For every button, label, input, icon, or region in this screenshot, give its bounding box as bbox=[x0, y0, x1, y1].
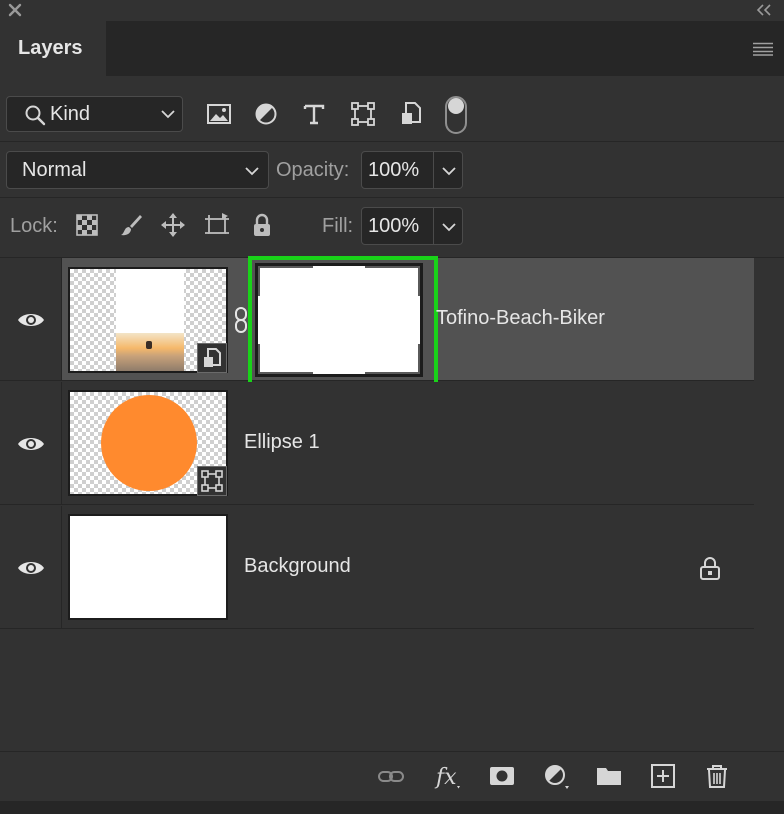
svg-text:fx: fx bbox=[434, 765, 457, 790]
field-separator bbox=[433, 151, 434, 189]
fill-label: Fill: bbox=[322, 215, 354, 237]
filter-kind-label: Kind bbox=[50, 103, 91, 125]
layer-thumbnail[interactable] bbox=[68, 514, 228, 620]
adjustment-layer-filter-icon[interactable] bbox=[252, 100, 280, 128]
smart-object-badge bbox=[197, 343, 227, 373]
smart-object-filter-icon[interactable] bbox=[397, 100, 425, 128]
eye-visibility-icon[interactable] bbox=[17, 559, 45, 577]
field-separator bbox=[433, 207, 434, 245]
fill-dropdown-chevron-icon[interactable] bbox=[441, 221, 457, 233]
visibility-column bbox=[0, 506, 62, 628]
add-mask-icon[interactable] bbox=[488, 762, 516, 790]
tab-layers-label: Layers bbox=[18, 37, 83, 59]
layer-name[interactable]: Ellipse 1 bbox=[244, 431, 320, 454]
trash-icon[interactable] bbox=[703, 762, 731, 790]
mask-link-chain-icon[interactable] bbox=[234, 306, 248, 334]
shape-layer-badge bbox=[197, 466, 227, 496]
type-layer-filter-icon[interactable] bbox=[300, 100, 328, 128]
lock-label: Lock: bbox=[10, 215, 58, 237]
fill-value: 100% bbox=[368, 215, 420, 237]
layer-row-ellipse-1[interactable]: Ellipse 1 bbox=[0, 382, 754, 505]
layers-list: Tofino-Beach-Biker Ellipse 1 Background bbox=[0, 256, 754, 630]
adjustment-layer-icon[interactable] bbox=[542, 762, 570, 790]
opacity-value: 100% bbox=[368, 159, 420, 181]
search-icon bbox=[25, 105, 46, 126]
chevron-down-icon bbox=[161, 110, 175, 119]
panel-title-strip bbox=[0, 0, 784, 21]
link-layers-icon[interactable] bbox=[377, 762, 405, 790]
smart-object-icon bbox=[204, 348, 221, 367]
shape-layer-icon bbox=[201, 470, 223, 492]
mask-selection-brackets bbox=[258, 266, 420, 374]
visibility-column bbox=[0, 258, 62, 380]
ellipse-shape bbox=[101, 395, 197, 491]
close-icon[interactable] bbox=[6, 1, 24, 19]
layer-row-background[interactable]: Background bbox=[0, 506, 754, 629]
opacity-dropdown-chevron-icon[interactable] bbox=[441, 165, 457, 177]
fx-icon[interactable]: fx bbox=[434, 762, 462, 790]
lock-artboard-icon[interactable] bbox=[204, 212, 230, 238]
opacity-label: Opacity: bbox=[276, 159, 350, 181]
lock-image-pixels-brush-icon[interactable] bbox=[118, 212, 144, 238]
chevron-down-icon bbox=[245, 167, 259, 176]
pixel-layer-filter-icon[interactable] bbox=[205, 100, 233, 128]
panel-resize-grip[interactable] bbox=[0, 801, 784, 814]
divider bbox=[0, 141, 784, 142]
shape-layer-filter-icon[interactable] bbox=[349, 100, 377, 128]
lock-transparent-pixels-icon[interactable] bbox=[74, 212, 100, 238]
filter-toggle-knob bbox=[448, 98, 464, 114]
eye-visibility-icon[interactable] bbox=[17, 311, 45, 329]
new-group-folder-icon[interactable] bbox=[595, 762, 623, 790]
blend-mode-value: Normal bbox=[22, 159, 87, 181]
new-layer-icon[interactable] bbox=[649, 762, 677, 790]
panel-menu-icon[interactable] bbox=[752, 42, 774, 56]
collapse-panel-icon[interactable] bbox=[754, 2, 774, 18]
layer-lock-icon[interactable] bbox=[697, 555, 723, 581]
divider bbox=[0, 197, 784, 198]
lock-position-move-icon[interactable] bbox=[160, 212, 186, 238]
layer-name[interactable]: Background bbox=[244, 555, 351, 578]
layer-row-tofino-beach-biker[interactable]: Tofino-Beach-Biker bbox=[0, 256, 754, 392]
tab-bar bbox=[0, 21, 784, 76]
layer-mask-thumbnail[interactable] bbox=[255, 263, 423, 377]
layer-name[interactable]: Tofino-Beach-Biker bbox=[436, 307, 605, 330]
visibility-column bbox=[0, 382, 62, 504]
lock-all-icon[interactable] bbox=[249, 212, 275, 238]
eye-visibility-icon[interactable] bbox=[17, 435, 45, 453]
